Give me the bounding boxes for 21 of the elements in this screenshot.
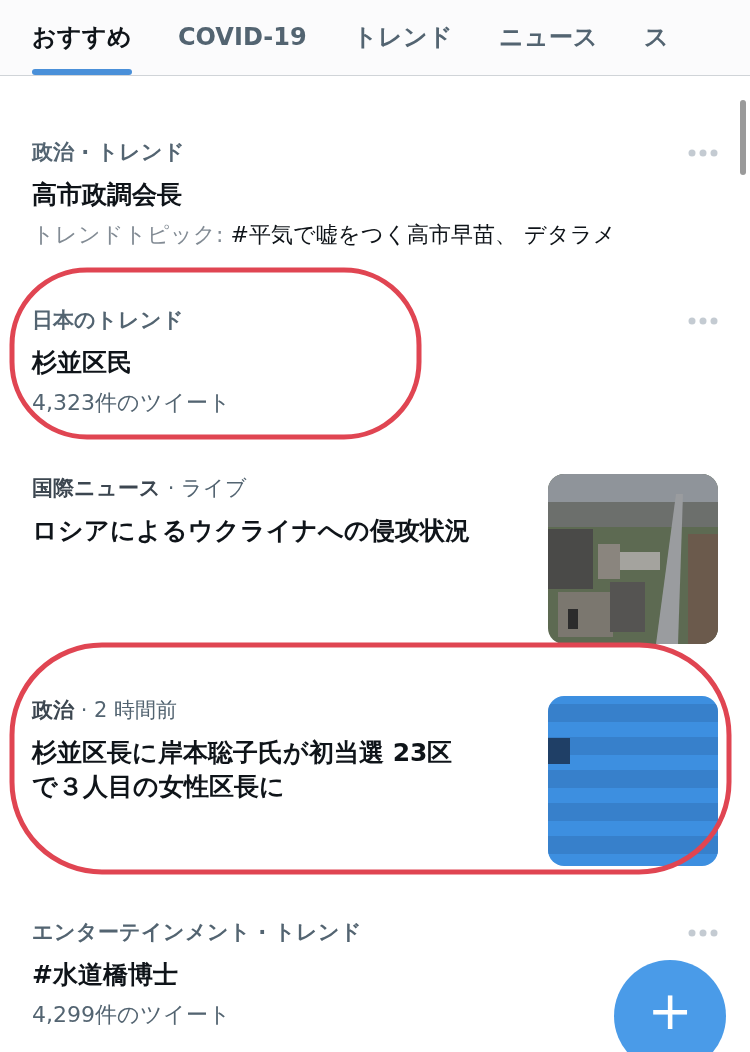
item-title[interactable]: #水道橋博士 <box>32 958 178 992</box>
item-title[interactable]: ロシアによるウクライナへの侵攻状況 <box>32 514 472 548</box>
item-subtitle: 4,323件のツイート <box>32 389 231 417</box>
item-title[interactable]: 高市政調会長 <box>32 178 182 212</box>
tab[interactable]: トレンド <box>352 19 453 75</box>
tab[interactable]: COVID-19 <box>178 19 307 75</box>
more-icon[interactable] <box>688 317 718 325</box>
more-icon[interactable] <box>688 929 718 937</box>
item-subtitle: トレンドトピック: #平気で嘘をつく高市早苗、 デタラメ <box>32 221 616 249</box>
item-title[interactable]: 杉並区長に岸本聡子氏が初当選 23区で３人目の女性区長に <box>32 736 472 804</box>
item-title[interactable]: 杉並区民 <box>32 346 132 380</box>
item-category: 政治 · 2 時間前 <box>32 697 178 725</box>
tab[interactable]: おすすめ <box>32 19 132 75</box>
tab[interactable]: ス <box>643 19 669 75</box>
more-icon[interactable] <box>688 149 718 157</box>
tab[interactable]: ニュース <box>498 19 598 75</box>
item-subtitle: 4,299件のツイート <box>32 1001 231 1029</box>
item-category: 日本のトレンド <box>32 307 184 335</box>
item-category: エンターテインメント · トレンド <box>32 919 362 947</box>
item-category: 国際ニュース · ライブ <box>32 475 248 503</box>
item-category: 政治 · トレンド <box>32 139 185 167</box>
